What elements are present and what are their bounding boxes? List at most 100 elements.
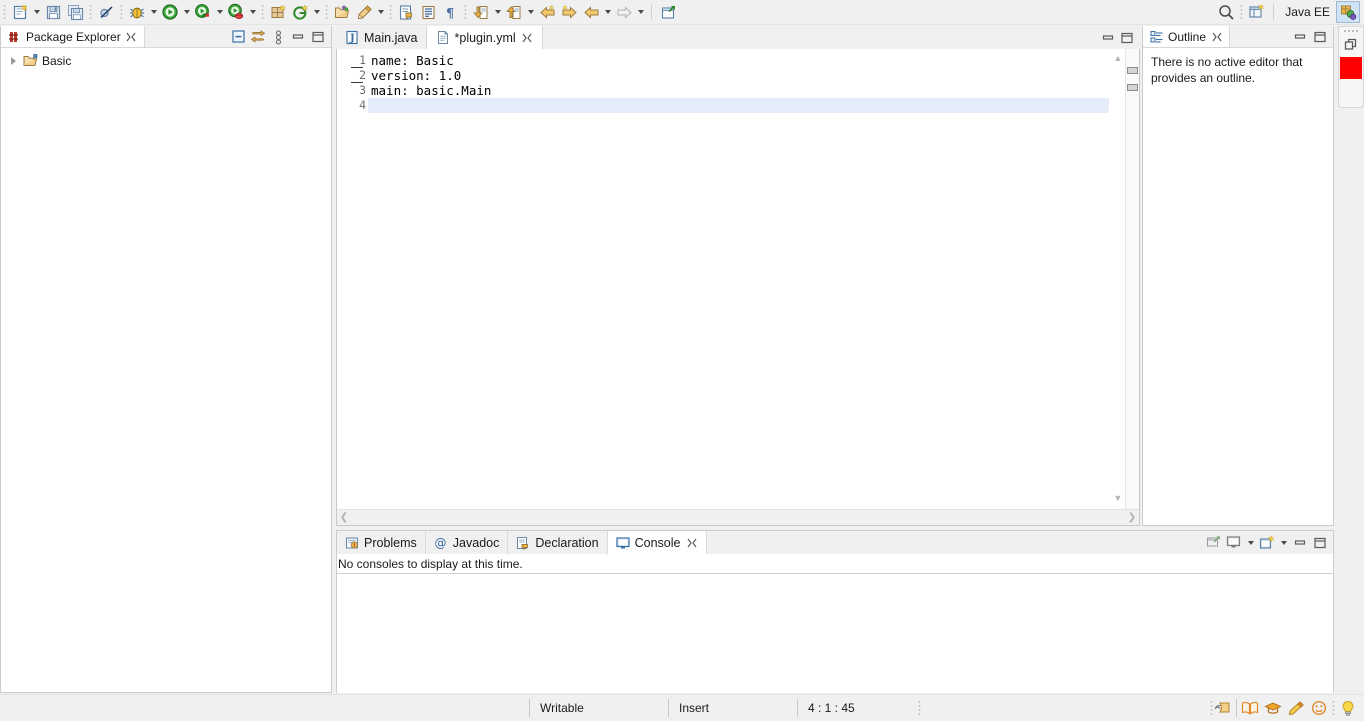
editor-tab-plugin-yml[interactable]: *plugin.yml <box>426 26 543 49</box>
run-external-tools-dropdown[interactable] <box>247 1 258 23</box>
link-with-editor-button[interactable] <box>249 27 267 47</box>
tab-javadoc[interactable]: @ Javadoc <box>425 531 509 554</box>
minimize-button[interactable] <box>1101 31 1115 45</box>
open-task-icon[interactable] <box>353 1 375 23</box>
next-edit-icon[interactable] <box>613 1 635 23</box>
graduation-cap-icon[interactable] <box>1263 698 1283 718</box>
close-icon[interactable] <box>685 536 698 549</box>
next-annotation-icon[interactable] <box>503 1 525 23</box>
search-file-icon[interactable] <box>395 1 417 23</box>
maximize-button[interactable] <box>1311 533 1329 553</box>
scroll-right-arrow-icon[interactable]: ❯ <box>1125 512 1139 523</box>
scroll-down-arrow-icon[interactable]: ▼ <box>1113 493 1123 503</box>
maximize-button[interactable] <box>1311 27 1329 47</box>
editor-overview-ruler[interactable] <box>1125 49 1139 525</box>
bottom-tab-label: Declaration <box>535 535 599 550</box>
open-task-dropdown[interactable] <box>375 1 386 23</box>
run-dropdown[interactable] <box>181 1 192 23</box>
status-grip[interactable] <box>1332 700 1335 716</box>
tree-item-basic[interactable]: Basic <box>1 51 331 70</box>
coverage-dropdown[interactable] <box>214 1 225 23</box>
show-whitespace-icon[interactable] <box>417 1 439 23</box>
new-console-view-dropdown[interactable] <box>1278 532 1289 554</box>
new-wizard-dropdown[interactable] <box>31 1 42 23</box>
status-grip[interactable] <box>918 700 921 716</box>
editor-annotation-ruler[interactable] <box>337 49 348 525</box>
new-package-icon[interactable] <box>267 1 289 23</box>
overview-marker[interactable] <box>1127 67 1138 74</box>
smiley-icon[interactable] <box>1309 698 1329 718</box>
editor-vertical-scrollbar[interactable]: ▲ ▼ <box>1109 49 1125 525</box>
toolbar-separator <box>1240 4 1244 20</box>
tab-package-explorer[interactable]: Package Explorer <box>1 26 145 47</box>
debug-icon[interactable] <box>126 1 148 23</box>
status-writable: Writable <box>540 701 584 715</box>
new-annotation-icon[interactable] <box>289 1 311 23</box>
forward-to-icon[interactable] <box>558 1 580 23</box>
toggle-breakpoint-icon[interactable] <box>95 1 117 23</box>
open-type-icon[interactable] <box>331 1 353 23</box>
next-edit-dropdown[interactable] <box>635 1 646 23</box>
tab-outline[interactable]: Outline <box>1143 26 1231 47</box>
previous-annotation-dropdown[interactable] <box>492 1 503 23</box>
editor-tab-main-java[interactable]: J Main.java <box>336 26 427 49</box>
close-icon[interactable] <box>125 30 138 43</box>
toolbar-separator <box>325 4 328 20</box>
previous-edit-dropdown[interactable] <box>602 1 613 23</box>
back-to-icon[interactable] <box>536 1 558 23</box>
editor-horizontal-scrollbar[interactable]: ❮ ❯ <box>337 509 1139 525</box>
minimize-button[interactable] <box>289 27 307 47</box>
new-annotation-dropdown[interactable] <box>311 1 322 23</box>
java-ee-perspective-icon[interactable] <box>1336 1 1360 23</box>
scroll-up-arrow-icon[interactable]: ▲ <box>1113 53 1123 63</box>
maximize-button[interactable] <box>309 27 327 47</box>
previous-annotation-icon[interactable] <box>470 1 492 23</box>
open-console-icon[interactable] <box>1205 533 1223 553</box>
collapse-all-button[interactable] <box>229 27 247 47</box>
console-body[interactable]: No consoles to display at this time. <box>337 554 1333 693</box>
minimize-button[interactable] <box>1291 27 1309 47</box>
run-external-tools-icon[interactable] <box>225 1 247 23</box>
tab-console[interactable]: Console <box>607 531 708 554</box>
coverage-icon[interactable] <box>192 1 214 23</box>
tab-declaration[interactable]: Declaration <box>508 531 608 554</box>
display-selected-console-dropdown[interactable] <box>1245 532 1256 554</box>
status-insert-mode: Insert <box>679 701 710 715</box>
package-explorer-tree[interactable]: Basic <box>1 48 331 692</box>
save-all-icon[interactable] <box>64 1 86 23</box>
debug-dropdown[interactable] <box>148 1 159 23</box>
close-icon[interactable] <box>1210 30 1223 43</box>
editor-text-area[interactable]: name: Basic version: 1.0 main: basic.Mai… <box>368 49 1109 525</box>
close-icon[interactable] <box>521 31 534 44</box>
pilcrow-icon[interactable]: ¶ <box>439 1 461 23</box>
external-link-icon[interactable] <box>657 1 679 23</box>
editor-body[interactable]: 1 2 3 4 name: Basic version: 1.0 main: b… <box>336 49 1140 526</box>
chevron-right-icon[interactable] <box>7 53 20 69</box>
minimized-view-swatch[interactable] <box>1340 57 1362 79</box>
minimize-button[interactable] <box>1291 533 1309 553</box>
previous-edit-icon[interactable] <box>580 1 602 23</box>
scroll-left-arrow-icon[interactable]: ❮ <box>337 512 351 523</box>
perspective-label[interactable]: Java EE <box>1279 5 1336 19</box>
svg-text:J: J <box>349 33 355 44</box>
new-wizard-icon[interactable] <box>9 1 31 23</box>
line-number: 3 <box>359 83 366 97</box>
editor-tabbar-spacer <box>542 26 1095 49</box>
overview-marker[interactable] <box>1127 84 1138 91</box>
restore-icon[interactable] <box>1340 35 1362 55</box>
new-console-view-icon[interactable] <box>1258 533 1276 553</box>
tab-problems[interactable]: Problems <box>337 531 426 554</box>
lightbulb-icon[interactable] <box>1338 698 1358 718</box>
run-icon[interactable] <box>159 1 181 23</box>
edit-annotation-icon[interactable] <box>1213 698 1233 718</box>
bottom-panel-tabbar: Problems @ Javadoc Declaration Console <box>337 531 1333 554</box>
book-icon[interactable] <box>1240 698 1260 718</box>
pencil-icon[interactable] <box>1286 698 1306 718</box>
view-menu-button[interactable] <box>269 27 287 47</box>
next-annotation-dropdown[interactable] <box>525 1 536 23</box>
display-selected-console-icon[interactable] <box>1225 533 1243 553</box>
open-perspective-icon[interactable] <box>1246 1 1268 23</box>
maximize-button[interactable] <box>1120 31 1134 45</box>
save-icon[interactable] <box>42 1 64 23</box>
search-icon[interactable] <box>1215 1 1237 23</box>
